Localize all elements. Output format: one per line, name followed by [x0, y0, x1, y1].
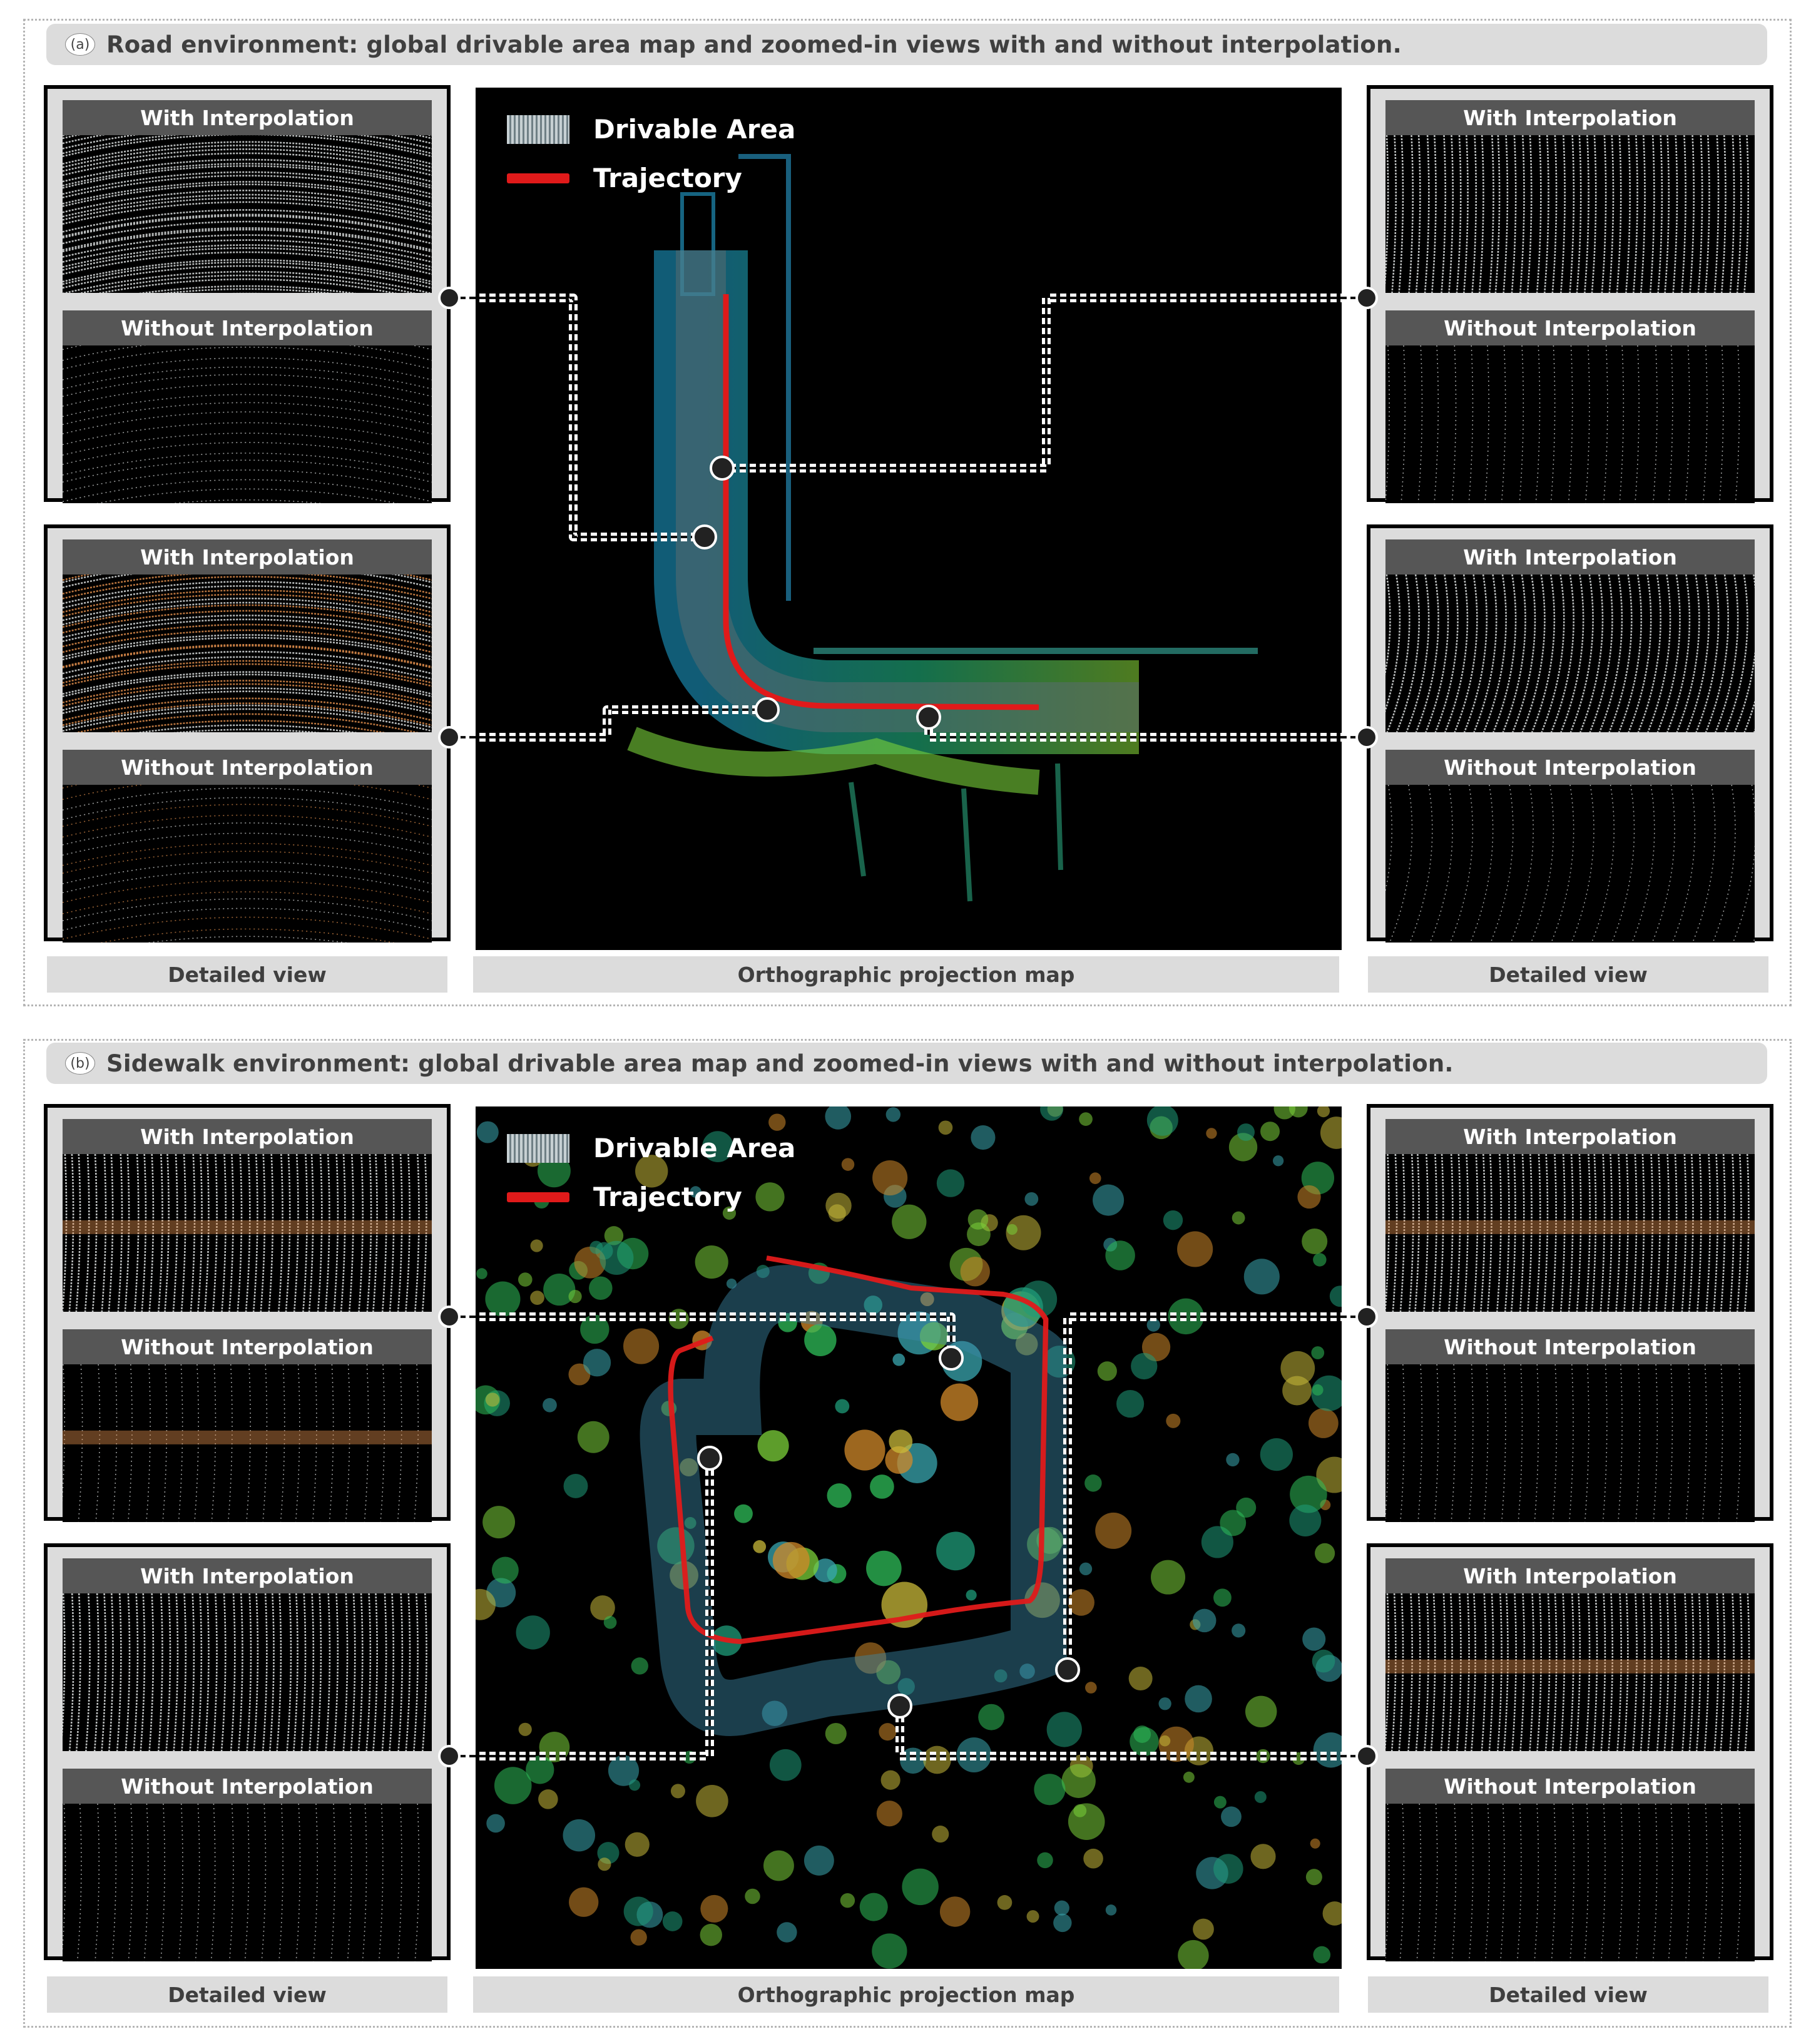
connector-line — [449, 294, 705, 541]
connector-dot — [1355, 1306, 1378, 1328]
connector-line — [449, 1458, 714, 1760]
connector-dot — [887, 1694, 912, 1719]
connector-line — [722, 294, 1367, 473]
connector-line — [449, 1312, 956, 1358]
connector-dot — [438, 1745, 461, 1767]
connector-dot — [755, 697, 780, 722]
connector-line — [924, 717, 1367, 742]
connector-dot — [697, 1446, 722, 1471]
connector-dot — [692, 524, 717, 549]
connector-overlay — [438, 287, 1378, 1767]
connector-line — [895, 1706, 1367, 1760]
connector-dot — [438, 726, 461, 749]
connector-dot — [710, 456, 735, 481]
connector-dot — [939, 1346, 964, 1371]
connector-dot — [438, 287, 461, 309]
connector-dot — [1355, 287, 1378, 309]
connector-dot — [1355, 726, 1378, 749]
connector-line — [1063, 1312, 1367, 1670]
connector-dot — [1055, 1657, 1080, 1682]
connector-dot — [438, 1306, 461, 1328]
connector-dot — [916, 705, 941, 730]
connector-dot — [1355, 1745, 1378, 1767]
